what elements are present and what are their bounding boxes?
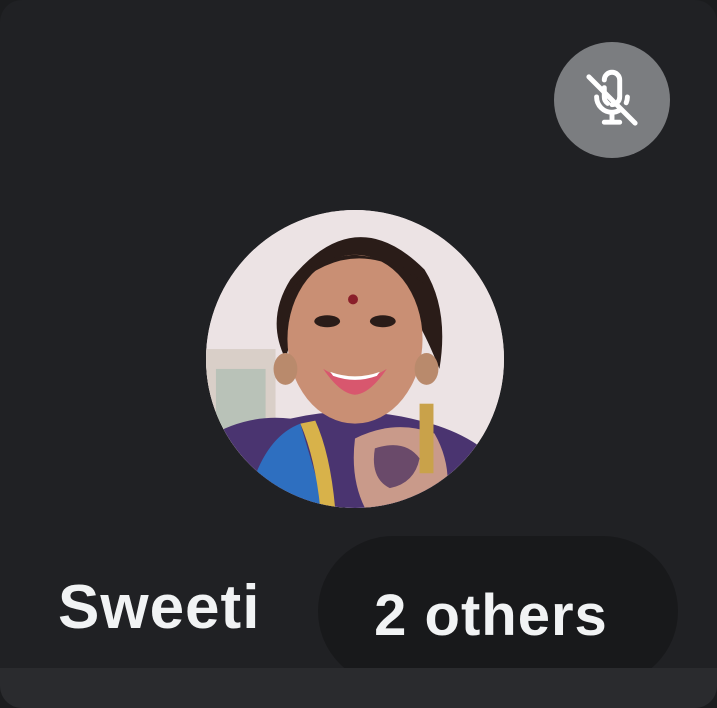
participant-name: Sweeti — [58, 573, 261, 642]
participant-tile[interactable]: Sweeti 2 others — [0, 0, 717, 708]
avatar-photo — [206, 210, 504, 508]
others-chip[interactable]: 2 others — [318, 536, 678, 686]
mic-off-icon — [586, 69, 638, 126]
avatar — [206, 210, 504, 508]
others-count-label: 2 others — [374, 582, 608, 648]
tile-bottom-edge — [0, 668, 717, 708]
mute-indicator — [554, 42, 670, 158]
